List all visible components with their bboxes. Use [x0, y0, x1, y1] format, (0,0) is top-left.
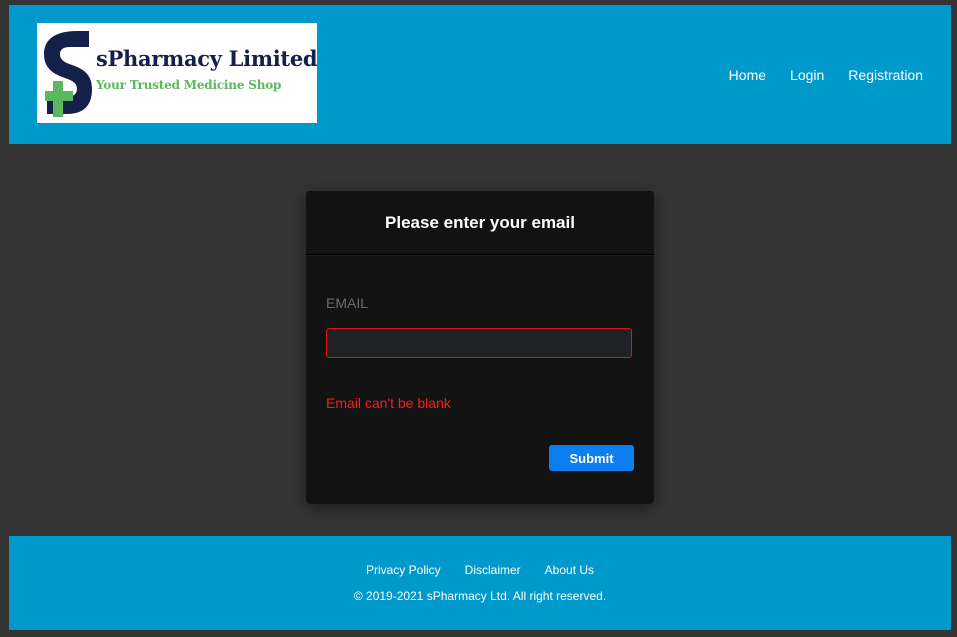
- footer-link-privacy-policy[interactable]: Privacy Policy: [366, 563, 441, 577]
- copyright-text: © 2019-2021 sPharmacy Ltd. All right res…: [353, 589, 607, 603]
- card-header: Please enter your email: [306, 191, 654, 255]
- submit-button[interactable]: Submit: [549, 445, 634, 471]
- nav-link-home[interactable]: Home: [729, 67, 766, 83]
- footer-link-disclaimer[interactable]: Disclaimer: [465, 563, 521, 577]
- form-title: Please enter your email: [385, 212, 575, 232]
- main-nav: Home Login Registration: [729, 67, 923, 83]
- email-input[interactable]: [326, 328, 632, 358]
- s-letter-icon: [44, 31, 92, 114]
- nav-link-login[interactable]: Login: [790, 67, 824, 83]
- site-logo[interactable]: sPharmacy Limited Your Trusted Medicine …: [37, 23, 317, 123]
- nav-link-registration[interactable]: Registration: [848, 67, 923, 83]
- email-label: EMAIL: [326, 295, 369, 311]
- logo-tagline: Your Trusted Medicine Shop: [96, 78, 282, 92]
- card-body: EMAIL Email can't be blank Submit: [306, 255, 654, 471]
- site-header: sPharmacy Limited Your Trusted Medicine …: [9, 5, 951, 144]
- logo-mark: [44, 31, 92, 117]
- email-form-card: Please enter your email EMAIL Email can'…: [306, 191, 654, 504]
- footer-links: Privacy Policy Disclaimer About Us: [9, 563, 951, 577]
- site-footer: Privacy Policy Disclaimer About Us © 201…: [9, 536, 951, 630]
- email-error-message: Email can't be blank: [326, 395, 451, 411]
- footer-link-about-us[interactable]: About Us: [545, 563, 594, 577]
- logo-title: sPharmacy Limited: [96, 46, 317, 71]
